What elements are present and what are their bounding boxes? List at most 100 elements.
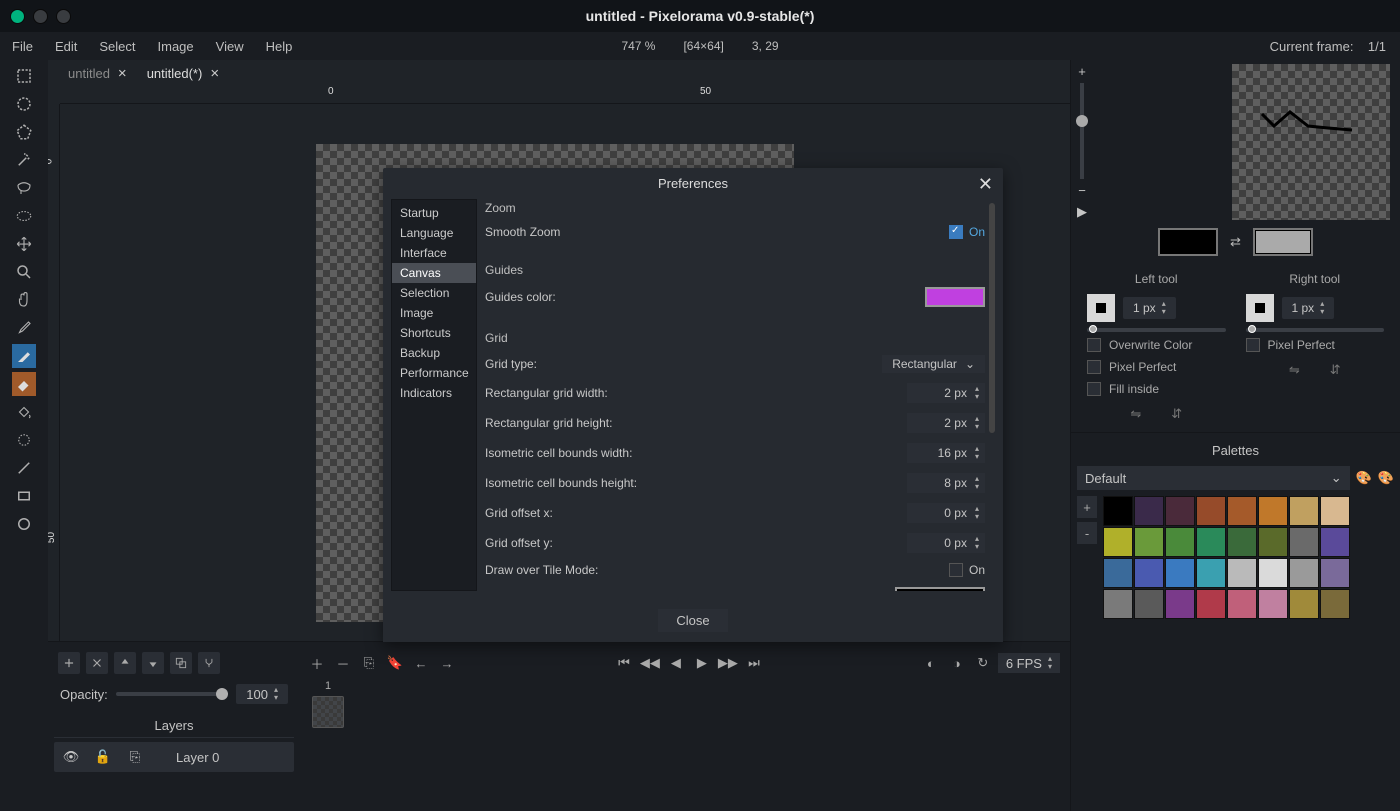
- brush-shape-button[interactable]: [1087, 294, 1115, 322]
- palette-add-icon[interactable]: 🎨: [1378, 470, 1394, 486]
- primary-color-swatch[interactable]: [1158, 228, 1218, 256]
- palette-edit-icon[interactable]: 🎨: [1356, 470, 1372, 486]
- tool-shading[interactable]: [12, 428, 36, 452]
- fps-stepper[interactable]: 6 FPS ▴▾: [998, 653, 1060, 673]
- playback-last[interactable]: ⏭: [743, 652, 765, 674]
- category-language[interactable]: Language: [392, 223, 476, 243]
- frame-move-right[interactable]: →: [436, 652, 458, 674]
- tool-ellipse-select[interactable]: [12, 92, 36, 116]
- menu-view[interactable]: View: [216, 39, 244, 54]
- frame-clone[interactable]: ⎘: [358, 652, 380, 674]
- palette-color-cell[interactable]: [1196, 589, 1226, 619]
- palette-color-cell[interactable]: [1196, 496, 1226, 526]
- palette-color-cell[interactable]: [1103, 558, 1133, 588]
- category-image[interactable]: Image: [392, 303, 476, 323]
- layer-row[interactable]: 👁 🔓 ⎘ Layer 0: [54, 742, 294, 772]
- tool-move[interactable]: [12, 232, 36, 256]
- layer-link-icon[interactable]: ⎘: [124, 746, 146, 768]
- playback-prev[interactable]: ◀◀: [639, 652, 661, 674]
- brush-size-slider[interactable]: [1087, 328, 1226, 332]
- palette-color-cell[interactable]: [1134, 496, 1164, 526]
- tab-untitled[interactable]: untitled ×: [58, 64, 137, 83]
- tool-line[interactable]: [12, 456, 36, 480]
- dialog-close-button[interactable]: Close: [658, 609, 727, 632]
- palette-color-cell[interactable]: [1134, 527, 1164, 557]
- tool-color-select[interactable]: [12, 204, 36, 228]
- palette-color-cell[interactable]: [1134, 558, 1164, 588]
- palette-color-cell[interactable]: [1134, 589, 1164, 619]
- tool-magic-wand[interactable]: [12, 148, 36, 172]
- menu-edit[interactable]: Edit: [55, 39, 77, 54]
- tool-pan[interactable]: [12, 288, 36, 312]
- guides-color-swatch[interactable]: [925, 287, 985, 307]
- playback-step-fwd[interactable]: ▶: [691, 652, 713, 674]
- frame-cell[interactable]: [312, 696, 344, 728]
- draw-over-tile-checkbox[interactable]: [949, 563, 963, 577]
- palette-color-cell[interactable]: [1103, 496, 1133, 526]
- tool-lasso[interactable]: [12, 176, 36, 200]
- palette-dropdown[interactable]: Default ⌄: [1077, 466, 1350, 490]
- onion-prev-icon[interactable]: ◐: [920, 652, 942, 674]
- palette-color-cell[interactable]: [1103, 527, 1133, 557]
- palette-color-cell[interactable]: [1258, 527, 1288, 557]
- palette-color-cell[interactable]: [1227, 558, 1257, 588]
- tool-rect-select[interactable]: [12, 64, 36, 88]
- category-performance[interactable]: Performance: [392, 363, 476, 383]
- frame-move-left[interactable]: ←: [410, 652, 432, 674]
- tool-pencil[interactable]: [12, 344, 36, 368]
- fill-inside-checkbox[interactable]: [1087, 382, 1101, 396]
- grid-offset-y-stepper[interactable]: 0 px ▴▾: [907, 533, 985, 553]
- scrollbar-thumb[interactable]: [989, 203, 995, 433]
- window-minimize[interactable]: [33, 9, 48, 24]
- palette-color-cell[interactable]: [1320, 558, 1350, 588]
- secondary-color-swatch[interactable]: [1253, 228, 1313, 256]
- opacity-slider[interactable]: [116, 692, 229, 696]
- palette-color-cell[interactable]: [1165, 589, 1195, 619]
- category-selection[interactable]: Selection: [392, 283, 476, 303]
- palette-color-cell[interactable]: [1320, 589, 1350, 619]
- loop-icon[interactable]: ↻: [972, 652, 994, 674]
- opacity-value-stepper[interactable]: 100 ▴▾: [236, 684, 288, 704]
- iso-width-stepper[interactable]: 16 px ▴▾: [907, 443, 985, 463]
- rect-grid-height-stepper[interactable]: 2 px ▴▾: [907, 413, 985, 433]
- brush-size-stepper[interactable]: 1 px ▴▾: [1282, 297, 1335, 319]
- category-interface[interactable]: Interface: [392, 243, 476, 263]
- palette-color-cell[interactable]: [1258, 558, 1288, 588]
- ruler-vertical[interactable]: 0 50: [48, 104, 60, 641]
- tool-color-picker[interactable]: [12, 316, 36, 340]
- menu-select[interactable]: Select: [99, 39, 135, 54]
- mirror-v-icon[interactable]: ⇵: [1330, 362, 1341, 378]
- pixel-perfect-checkbox[interactable]: [1246, 338, 1260, 352]
- palette-color-cell[interactable]: [1165, 527, 1195, 557]
- palette-color-cell[interactable]: [1289, 527, 1319, 557]
- tool-ellipse[interactable]: [12, 512, 36, 536]
- tool-polygon-select[interactable]: [12, 120, 36, 144]
- frame-remove[interactable]: －: [332, 652, 354, 674]
- palette-color-cell[interactable]: [1196, 527, 1226, 557]
- window-maximize[interactable]: [56, 9, 71, 24]
- palette-color-remove[interactable]: -: [1077, 522, 1097, 544]
- tool-eraser[interactable]: [12, 372, 36, 396]
- brush-size-stepper[interactable]: 1 px ▴▾: [1123, 297, 1176, 319]
- grid-color-swatch[interactable]: [895, 587, 985, 591]
- menu-file[interactable]: File: [12, 39, 33, 54]
- palette-color-add[interactable]: +: [1077, 496, 1097, 518]
- mirror-h-icon[interactable]: ⇋: [1289, 362, 1300, 378]
- brush-shape-button[interactable]: [1246, 294, 1274, 322]
- layer-remove[interactable]: [86, 652, 108, 674]
- layer-down[interactable]: [142, 652, 164, 674]
- iso-height-stepper[interactable]: 8 px ▴▾: [907, 473, 985, 493]
- zoom-in-icon[interactable]: +: [1078, 64, 1086, 79]
- tab-untitled-modified[interactable]: untitled(*) ×: [137, 64, 229, 83]
- category-backup[interactable]: Backup: [392, 343, 476, 363]
- palette-color-cell[interactable]: [1289, 496, 1319, 526]
- category-shortcuts[interactable]: Shortcuts: [392, 323, 476, 343]
- preview-zoom-slider[interactable]: [1080, 83, 1084, 179]
- frame-add[interactable]: ＋: [306, 652, 328, 674]
- menu-help[interactable]: Help: [266, 39, 293, 54]
- tab-close-icon[interactable]: ×: [118, 66, 127, 81]
- grid-offset-x-stepper[interactable]: 0 px ▴▾: [907, 503, 985, 523]
- ruler-horizontal[interactable]: 0 50: [60, 86, 1070, 104]
- category-canvas[interactable]: Canvas: [392, 263, 476, 283]
- category-startup[interactable]: Startup: [392, 203, 476, 223]
